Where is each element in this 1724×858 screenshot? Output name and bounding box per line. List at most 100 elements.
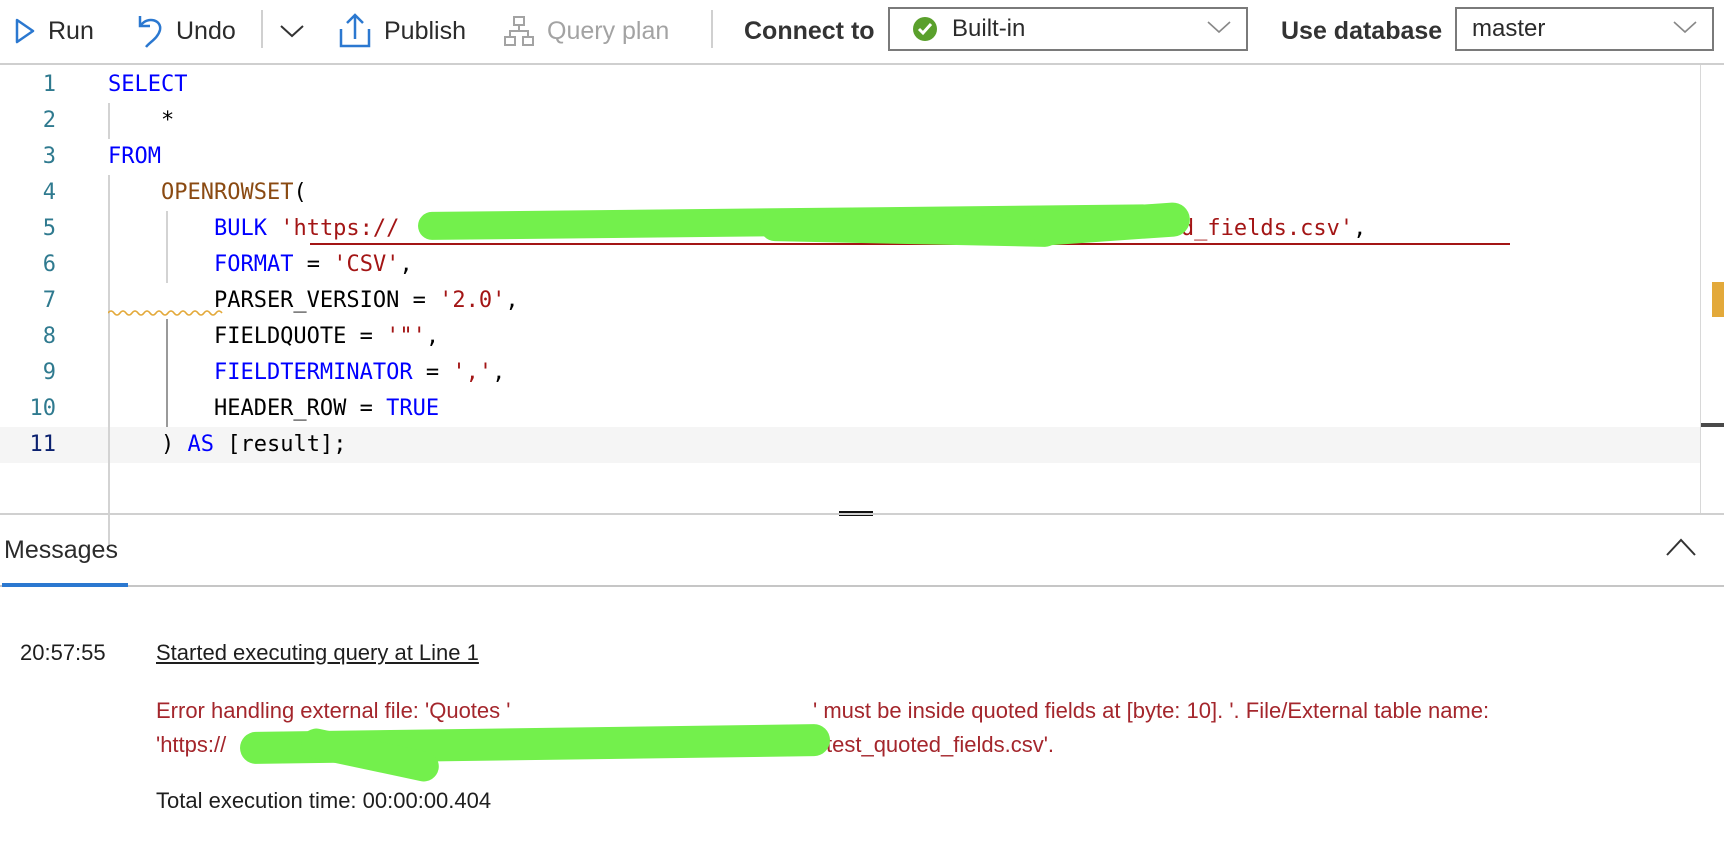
line-number: 1 bbox=[42, 72, 56, 97]
chevron-down-icon bbox=[280, 25, 304, 38]
undo-button[interactable]: Undo bbox=[136, 0, 236, 62]
code-text: * bbox=[108, 103, 174, 139]
check-circle-icon bbox=[913, 17, 937, 41]
tab-messages[interactable]: Messages bbox=[4, 536, 118, 565]
line-number: 2 bbox=[42, 108, 56, 133]
code-text: ) AS [result]; bbox=[108, 427, 346, 463]
toolbar: Run Undo Publish Query plan Connect to B… bbox=[0, 0, 1724, 65]
indent-guide bbox=[108, 175, 110, 545]
line-number: 8 bbox=[42, 324, 56, 349]
code-editor[interactable]: 1 SELECT 2 * 3 FROM 4 OPENROWSET(5 BULK 'http… bbox=[0, 65, 1724, 545]
code-token: ',' bbox=[452, 360, 493, 385]
code-token: , bbox=[492, 360, 506, 385]
code-line[interactable]: 2 * bbox=[0, 103, 1700, 139]
total-execution-time: Total execution time: 00:00:00.404 bbox=[156, 788, 492, 813]
code-token: = bbox=[412, 360, 453, 385]
code-token: TRUE bbox=[386, 396, 440, 421]
code-token: , bbox=[425, 324, 440, 349]
line-number: 7 bbox=[42, 288, 56, 313]
started-query-link[interactable]: Started executing query at Line 1 bbox=[156, 640, 479, 666]
tab-active-indicator bbox=[2, 583, 128, 587]
code-token: , bbox=[399, 252, 413, 277]
tab-bar-border bbox=[0, 585, 1724, 587]
code-token: FORMAT bbox=[213, 252, 294, 277]
error-message-line-1a: Error handling external file: 'Quotes ' bbox=[156, 698, 511, 723]
use-database-value: master bbox=[1472, 15, 1546, 42]
code-token: * bbox=[108, 108, 175, 133]
code-token: '"' bbox=[386, 324, 426, 349]
toolbar-divider bbox=[711, 10, 713, 48]
upload-icon bbox=[339, 13, 371, 48]
toolbar-divider bbox=[261, 10, 263, 48]
more-dropdown-button[interactable] bbox=[278, 0, 318, 62]
collapse-panel-button[interactable] bbox=[1664, 536, 1698, 564]
connect-to-value: Built-in bbox=[952, 15, 1026, 42]
use-database-select[interactable]: master bbox=[1455, 7, 1714, 51]
indent-guide bbox=[108, 103, 110, 139]
code-token: FROM bbox=[108, 144, 161, 169]
code-token: FIELDQUOTE = bbox=[108, 324, 387, 349]
code-token: OPENROWSET bbox=[160, 180, 294, 205]
code-line[interactable]: 3 FROM bbox=[0, 139, 1700, 175]
chevron-down-icon bbox=[1673, 21, 1697, 34]
code-token: SELECT bbox=[108, 72, 188, 97]
vertical-scrollbar[interactable] bbox=[1700, 65, 1701, 513]
code-text: SELECT bbox=[108, 67, 187, 103]
code-line[interactable]: 6 FORMAT = 'CSV', bbox=[0, 247, 1700, 283]
code-token: ( bbox=[293, 180, 307, 205]
code-line[interactable]: 9 FIELDTERMINATOR = ',', bbox=[0, 355, 1700, 391]
code-text: HEADER_ROW = TRUE bbox=[108, 391, 439, 427]
undo-label: Undo bbox=[176, 16, 236, 45]
code-text: FROM bbox=[108, 139, 161, 175]
code-token: '2.0' bbox=[439, 288, 506, 313]
code-token: BULK bbox=[213, 216, 267, 241]
code-text: OPENROWSET( bbox=[108, 175, 307, 211]
code-text: FIELDQUOTE = '"', bbox=[108, 319, 439, 355]
chevron-up-icon bbox=[1666, 538, 1696, 556]
warning-squiggle bbox=[108, 310, 223, 316]
query-plan-button[interactable]: Query plan bbox=[503, 0, 669, 62]
line-number: 5 bbox=[42, 216, 56, 241]
error-message-line-1b: ' must be inside quoted fields at [byte:… bbox=[813, 698, 1490, 723]
code-text: FORMAT = 'CSV', bbox=[108, 247, 413, 283]
publish-label: Publish bbox=[384, 16, 466, 45]
line-number: 4 bbox=[42, 180, 56, 205]
undo-icon bbox=[138, 16, 162, 48]
indent-guide bbox=[166, 319, 168, 427]
panel-divider bbox=[0, 513, 1724, 515]
warning-overview-marker bbox=[1712, 282, 1724, 317]
code-line[interactable]: 1 SELECT bbox=[0, 67, 1700, 103]
code-token: ) bbox=[108, 432, 188, 457]
play-icon bbox=[15, 18, 35, 44]
line-number: 11 bbox=[29, 432, 57, 457]
code-line[interactable]: 4 OPENROWSET( bbox=[0, 175, 1700, 211]
chevron-down-icon bbox=[1207, 21, 1231, 34]
line-number: 6 bbox=[42, 252, 56, 277]
publish-button[interactable]: Publish bbox=[338, 0, 466, 62]
indent-guide bbox=[166, 211, 168, 283]
code-line[interactable]: 10 HEADER_ROW = TRUE bbox=[0, 391, 1700, 427]
use-database-label: Use database bbox=[1281, 16, 1443, 45]
connect-to-select[interactable]: Built-in bbox=[888, 7, 1248, 51]
cursor-overview-marker bbox=[1701, 423, 1724, 427]
connect-to-label: Connect to bbox=[744, 16, 875, 45]
error-message-line-2b: test_quoted_fields.csv'. bbox=[826, 732, 1055, 757]
code-token: , bbox=[505, 288, 519, 313]
code-token: FIELDTERMINATOR bbox=[213, 360, 413, 385]
code-line[interactable]: 7 PARSER_VERSION = '2.0', bbox=[0, 283, 1700, 319]
hierarchy-icon bbox=[504, 16, 534, 46]
error-message-line-2a: 'https:// bbox=[156, 732, 227, 757]
code-token: 'CSV' bbox=[333, 252, 400, 277]
code-token: AS bbox=[187, 432, 214, 457]
line-number: 10 bbox=[29, 396, 57, 421]
run-button[interactable]: Run bbox=[14, 0, 94, 62]
code-line[interactable]: 11 ) AS [result]; bbox=[0, 427, 1700, 463]
code-line[interactable]: 8 FIELDQUOTE = '"', bbox=[0, 319, 1700, 355]
redaction-mark bbox=[759, 210, 1061, 248]
code-token: , bbox=[1353, 216, 1367, 241]
